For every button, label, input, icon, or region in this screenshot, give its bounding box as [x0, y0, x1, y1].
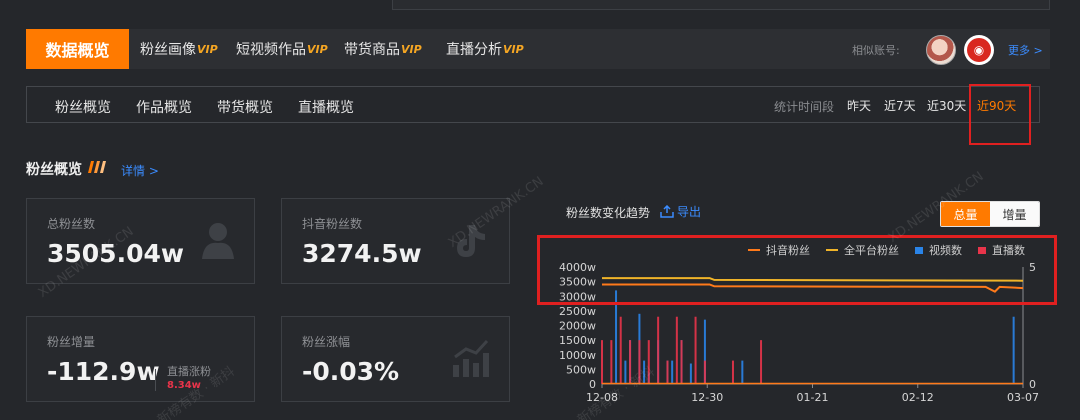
card-value: -0.03%	[302, 357, 400, 386]
vip-badge: VIP	[503, 42, 524, 56]
bar-videos	[1012, 316, 1015, 384]
tab-label: 短视频作品	[236, 42, 306, 58]
tab-live-analysis[interactable]: 直播分析 VIP	[446, 29, 524, 69]
card-value: 3274.5w	[302, 239, 422, 268]
tab-label: 直播分析	[446, 42, 502, 58]
x-tick-label: 02-12	[902, 391, 934, 404]
bar-lives	[703, 360, 706, 384]
bar-videos	[671, 360, 674, 384]
bar-lives	[657, 316, 660, 384]
bar-lives	[731, 360, 734, 384]
time-option-7d[interactable]: 近7天	[884, 97, 916, 114]
export-button[interactable]: 导出	[660, 203, 701, 220]
live-growth-value: 8.34w	[167, 380, 201, 391]
y-tick-label: 1500w	[559, 334, 596, 347]
bar-videos	[689, 363, 692, 384]
total-increment-toggle: 总量 增量	[940, 201, 1040, 227]
card-label: 粉丝涨幅	[302, 335, 351, 349]
bar-lives	[694, 316, 697, 384]
y-tick-label: 0	[589, 378, 596, 391]
tab-goods[interactable]: 带货商品 VIP	[344, 29, 422, 69]
tab-label: 带货商品	[344, 42, 400, 58]
y-tick-label: 500w	[566, 363, 596, 376]
export-label: 导出	[677, 205, 702, 219]
detail-link[interactable]: 详情 >	[121, 162, 159, 179]
trend-chart-icon	[453, 339, 489, 377]
bar-lives	[601, 340, 603, 384]
vip-badge: VIP	[307, 42, 328, 56]
bar-videos	[741, 360, 744, 384]
tab-label: 粉丝画像	[140, 42, 196, 58]
bar-lives	[610, 340, 613, 384]
bar-videos	[624, 360, 627, 384]
chart-title: 粉丝数变化趋势	[566, 206, 651, 220]
bar-lives	[647, 340, 650, 384]
highlight-box	[537, 235, 1057, 305]
subtab-fan-overview[interactable]: 粉丝概览	[55, 97, 111, 117]
tab-fan-profile[interactable]: 粉丝画像 VIP	[140, 29, 218, 69]
similar-account-avatar[interactable]	[926, 35, 956, 65]
highlight-box	[969, 84, 1031, 145]
vip-badge: VIP	[401, 42, 422, 56]
similar-account-avatar[interactable]: ◉	[964, 35, 994, 65]
more-link[interactable]: 更多 >	[1008, 42, 1043, 58]
toggle-total[interactable]: 总量	[941, 202, 990, 226]
card-label: 抖音粉丝数	[302, 217, 363, 231]
card-label: 总粉丝数	[47, 217, 96, 231]
top-panel-edge	[392, 0, 1050, 10]
douyin-icon	[457, 225, 485, 257]
logo-icon: ◉	[967, 38, 991, 62]
divider	[155, 369, 156, 391]
bar-lives	[638, 340, 641, 384]
bar-lives	[629, 340, 632, 384]
time-option-30d[interactable]: 近30天	[927, 97, 966, 114]
card-total-fans: 总粉丝数 3505.04w	[26, 198, 255, 284]
time-period-label: 统计时间段	[774, 100, 835, 114]
y-tick-label: 1000w	[559, 349, 596, 362]
fans-icon	[202, 223, 234, 259]
bar-lives	[675, 316, 678, 384]
bar-lives	[619, 316, 622, 384]
card-douyin-fans: 抖音粉丝数 3274.5w	[281, 198, 510, 284]
subtab-live-overview[interactable]: 直播概览	[298, 97, 354, 117]
card-fan-growth: 粉丝增量 -112.9w 直播涨粉 8.34w	[26, 316, 255, 402]
tab-data-overview[interactable]: 数据概览	[26, 29, 129, 69]
title-decor-icon	[88, 161, 106, 173]
export-icon	[660, 205, 674, 218]
x-tick-label: 12-30	[691, 391, 723, 404]
similar-accounts-label: 相似账号:	[852, 44, 900, 57]
bar-videos	[643, 360, 646, 384]
card-label: 粉丝增量	[47, 335, 96, 349]
sub-nav: 粉丝概览 作品概览 带货概览 直播概览 统计时间段 昨天 近7天 近30天 近9…	[26, 86, 1040, 123]
toggle-increment[interactable]: 增量	[990, 202, 1039, 226]
bar-lives	[666, 360, 669, 384]
bar-lives	[680, 340, 683, 384]
main-nav: 数据概览 粉丝画像 VIP 短视频作品 VIP 带货商品 VIP 直播分析 VIP 相似…	[26, 29, 1050, 69]
y-right-tick-label: 0	[1029, 378, 1036, 391]
y-tick-label: 2500w	[559, 305, 596, 318]
x-tick-label: 12-08	[586, 391, 618, 404]
y-tick-label: 2000w	[559, 320, 596, 333]
card-value: -112.9w	[47, 357, 160, 386]
subtab-goods-overview[interactable]: 带货概览	[217, 97, 273, 117]
section-title: 粉丝概览	[26, 162, 82, 178]
live-growth-label: 直播涨粉	[167, 365, 211, 378]
x-tick-label: 01-21	[797, 391, 829, 404]
vip-badge: VIP	[197, 42, 218, 56]
card-fan-rate: 粉丝涨幅 -0.03%	[281, 316, 510, 402]
tab-short-videos[interactable]: 短视频作品 VIP	[236, 29, 328, 69]
bar-lives	[760, 340, 763, 384]
subtab-works-overview[interactable]: 作品概览	[136, 97, 192, 117]
card-value: 3505.04w	[47, 239, 184, 268]
time-option-yesterday[interactable]: 昨天	[847, 97, 871, 114]
x-tick-label: 03-07	[1007, 391, 1039, 404]
